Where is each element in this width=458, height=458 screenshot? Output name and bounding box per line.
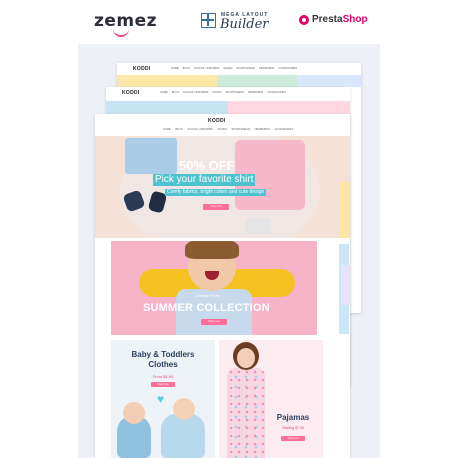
pajamas-banner: Pajamas Starting $7.99 Shop now <box>219 340 323 458</box>
preview-page-front: KODDI HOME BOYS SCHOOL UNIFORMS SHOES SP… <box>95 114 350 458</box>
summer-collection-banner: Limited Prices SUMMER COLLECTION Shop no… <box>111 241 317 335</box>
hero-headline: 50% OFF <box>179 158 235 173</box>
hero-shop-button[interactable]: Shop now <box>203 204 229 210</box>
builder-label: Builder <box>220 17 269 32</box>
prestashop-icon <box>299 15 309 25</box>
prestashop-logo: PrestaShop <box>312 14 368 25</box>
baby-title: Baby & Toddlers Clothes <box>131 350 195 369</box>
nav-item-school-uniforms[interactable]: SCHOOL UNIFORMS <box>187 128 212 131</box>
hero-subheadline: Pick your favorite shirt <box>153 174 256 186</box>
mega-layout-builder-icon <box>201 13 216 28</box>
pajamas-shop-button[interactable]: Shop now <box>281 436 305 441</box>
nav-item-shoes[interactable]: SHOES <box>218 128 227 131</box>
girl-pajamas-image <box>227 368 265 458</box>
shoe-image <box>245 218 271 234</box>
toddler-image <box>161 414 205 458</box>
summer-pretitle: Limited Prices <box>195 293 221 298</box>
brand-logo[interactable]: KODDI <box>208 118 226 124</box>
baby-toddlers-banner: Baby & Toddlers Clothes From $4.99 Shop … <box>111 340 215 458</box>
hero-banner: 50% OFF Pick your favorite shirt Comfy f… <box>95 136 350 238</box>
pajamas-price: Starting $7.99 <box>282 426 304 430</box>
zemez-smile-icon <box>113 29 129 37</box>
main-nav: HOME BOYS SCHOOL UNIFORMS SHOES SPORTSWEAR NE… <box>171 67 297 70</box>
main-nav: HOME BOYS SCHOOL UNIFORMS SHOES SPORTSWEAR NE… <box>160 91 286 94</box>
summer-shop-button[interactable]: Shop now <box>201 319 227 325</box>
nav-item-newborns[interactable]: NEWBORNS <box>255 128 270 131</box>
hero-tagline: Comfy fabrics, bright colors and cute de… <box>165 189 267 196</box>
brand-logo: KODDI <box>133 66 151 72</box>
baby-shop-button[interactable]: Shop now <box>151 382 175 387</box>
nav-item-accessories[interactable]: ACCESSORIES <box>275 128 294 131</box>
heart-icon: ♥ <box>157 392 165 406</box>
main-nav: HOME BOYS SCHOOL UNIFORMS SHOES SPORTSWE… <box>161 128 295 131</box>
brand-logo: KODDI <box>122 90 140 96</box>
summer-title: SUMMER COLLECTION <box>143 302 270 314</box>
nav-item-home[interactable]: HOME <box>163 128 171 131</box>
zemez-logo: zemez <box>94 11 158 31</box>
pajamas-title: Pajamas <box>276 413 310 422</box>
nav-item-sportswear[interactable]: SPORTSWEAR <box>231 128 249 131</box>
baby-price: From $4.99 <box>152 374 174 379</box>
blue-shirt-image <box>125 138 177 174</box>
site-header: KODDI HOME BOYS SCHOOL UNIFORMS SHOES SP… <box>95 114 350 136</box>
nav-item-boys[interactable]: BOYS <box>176 128 183 131</box>
partner-logos: zemez MEGA LAYOUT Builder PrestaShop <box>0 0 458 44</box>
